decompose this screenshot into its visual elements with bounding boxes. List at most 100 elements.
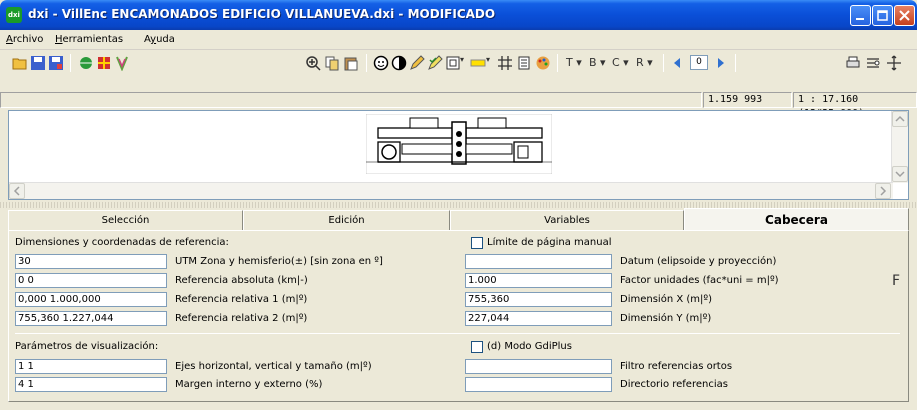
- abs-reference-input[interactable]: 0 0: [15, 273, 167, 288]
- gdiplus-checkbox[interactable]: [471, 341, 483, 353]
- page-limit-checkbox[interactable]: [471, 237, 483, 249]
- toolbar-separator: [70, 54, 71, 72]
- utm-zone-label: UTM Zona y hemisferio(±) [sin zona en º]: [175, 256, 383, 267]
- scroll-left-button[interactable]: [9, 183, 25, 199]
- copy-icon[interactable]: [324, 55, 340, 71]
- print-icon[interactable]: [845, 55, 861, 71]
- tab-strip: Selección Edición Variables Cabecera: [8, 208, 909, 231]
- dimension-y-label: Dimensión Y (m|º): [620, 313, 712, 324]
- abs-reference-label: Referencia absoluta (km|-): [175, 275, 308, 286]
- status-message: [0, 92, 702, 108]
- scroll-up-button[interactable]: [892, 111, 908, 127]
- cabecera-panel: Dimensiones y coordenadas de referencia:…: [8, 230, 909, 402]
- tab-edicion[interactable]: Edición: [243, 210, 450, 230]
- axes-label: Ejes horizontal, vertical y tamaño (m|º): [175, 361, 372, 372]
- save-icon[interactable]: [30, 55, 46, 71]
- text-style-button[interactable]: T ▾: [566, 56, 582, 69]
- chevron-down-icon: [895, 171, 905, 178]
- ortho-filter-label: Filtro referencias ortos: [620, 361, 733, 372]
- toolbar-separator: [366, 54, 367, 72]
- section-divider: [15, 333, 900, 334]
- doc-icon[interactable]: [516, 55, 532, 71]
- rel-reference-2-label: Referencia relativa 2 (m|º): [175, 313, 308, 324]
- color-style-button[interactable]: C ▾: [612, 56, 629, 69]
- maximize-button[interactable]: [872, 5, 893, 26]
- contrast-icon[interactable]: [391, 55, 407, 71]
- menu-herramientas[interactable]: Herramientas: [55, 34, 123, 45]
- toolbar-separator: [735, 54, 736, 72]
- maximize-icon: [877, 10, 888, 21]
- chevron-right-icon: [880, 186, 887, 196]
- chevron-up-icon: [895, 115, 905, 122]
- tab-variables[interactable]: Variables: [450, 210, 684, 230]
- menu-archivo[interactable]: Archivo: [6, 34, 43, 45]
- ortho-filter-input[interactable]: [465, 359, 612, 374]
- tab-cabecera[interactable]: Cabecera: [684, 208, 909, 231]
- menu-bar: Archivo Herramientas Ayuda: [0, 30, 917, 50]
- network-icon[interactable]: [865, 55, 881, 71]
- utm-zone-input[interactable]: 30: [15, 254, 167, 269]
- datum-label: Datum (elipsoide y proyección): [620, 256, 777, 267]
- dimension-y-input[interactable]: 227,044: [465, 311, 612, 326]
- rel-reference-2-input[interactable]: 755,360 1.227,044: [15, 311, 167, 326]
- pencil-icon[interactable]: [409, 55, 425, 71]
- scroll-down-button[interactable]: [892, 166, 908, 182]
- unit-factor-label: Factor unidades (fac*uni = m|º): [620, 275, 779, 286]
- palette-icon[interactable]: [535, 55, 551, 71]
- toolbar-separator: [557, 54, 558, 72]
- margin-label: Margen interno y externo (%): [175, 379, 323, 390]
- grid-red-icon[interactable]: [96, 55, 112, 71]
- menu-ayuda[interactable]: Ayuda: [144, 34, 175, 45]
- horizontal-scrollbar[interactable]: [9, 182, 893, 199]
- layer-green-icon[interactable]: [78, 55, 94, 71]
- window-title: dxi - VillEnc ENCAMONADOS EDIFICIO VILLA…: [28, 7, 496, 21]
- frame-icon[interactable]: [445, 55, 461, 71]
- references-dir-label: Directorio referencias: [620, 379, 728, 390]
- prev-arrow-icon[interactable]: [670, 55, 686, 71]
- rotate-style-button[interactable]: R ▾: [636, 56, 653, 69]
- paste-icon[interactable]: [343, 55, 359, 71]
- filter-icon[interactable]: [114, 55, 130, 71]
- minimize-button[interactable]: [850, 5, 871, 26]
- close-button[interactable]: [894, 5, 915, 26]
- bold-style-button[interactable]: B ▾: [589, 56, 606, 69]
- page-number-input[interactable]: 0: [690, 55, 708, 70]
- close-icon: [899, 10, 910, 21]
- references-dir-input[interactable]: [465, 377, 612, 392]
- zoom-icon[interactable]: [305, 55, 321, 71]
- check-pencil-icon[interactable]: [427, 55, 443, 71]
- next-arrow-icon[interactable]: [712, 55, 728, 71]
- axes-input[interactable]: 1 1: [15, 359, 167, 374]
- unit-factor-input[interactable]: 1.000: [465, 273, 612, 288]
- dimension-x-label: Dimensión X (m|º): [620, 294, 712, 305]
- minimize-icon: [856, 18, 864, 20]
- page-limit-label: Límite de página manual: [487, 237, 612, 248]
- dimensions-heading: Dimensiones y coordenadas de referencia:: [15, 237, 229, 248]
- color-yellow-icon[interactable]: [470, 55, 486, 71]
- face-icon[interactable]: [373, 55, 389, 71]
- tab-seleccion[interactable]: Selección: [8, 210, 243, 230]
- gdiplus-label: (d) Modo GdiPlus: [487, 341, 572, 352]
- open-folder-icon[interactable]: [12, 55, 28, 71]
- f-marker[interactable]: F: [892, 273, 900, 289]
- title-bar[interactable]: dxi dxi - VillEnc ENCAMONADOS EDIFICIO V…: [0, 0, 917, 30]
- toolbar-separator: [663, 54, 664, 72]
- datum-input[interactable]: [465, 254, 612, 269]
- vertical-scrollbar[interactable]: [891, 111, 908, 183]
- chevron-left-icon: [13, 186, 20, 196]
- dimension-x-input[interactable]: 755,360: [465, 292, 612, 307]
- move-icon[interactable]: [886, 55, 902, 71]
- dropdown-arrow-icon[interactable]: ▾: [486, 55, 490, 64]
- rel-reference-1-input[interactable]: 0,000 1.000,000: [15, 292, 167, 307]
- margin-input[interactable]: 4 1: [15, 377, 167, 392]
- scale-value: 1.159 993: [703, 92, 792, 108]
- app-icon: dxi: [6, 7, 22, 23]
- scroll-right-button[interactable]: [875, 183, 891, 199]
- drawing-canvas[interactable]: [8, 110, 909, 200]
- dropdown-arrow-icon[interactable]: ▾: [460, 55, 464, 64]
- drawing-preview: [366, 114, 552, 174]
- save-as-icon[interactable]: [48, 55, 64, 71]
- visualization-heading: Parámetros de visualización:: [15, 341, 159, 352]
- hash-grid-icon[interactable]: [497, 55, 513, 71]
- status-bar: 1.159 993 1 : 17.160 (12#25.000): [0, 91, 917, 119]
